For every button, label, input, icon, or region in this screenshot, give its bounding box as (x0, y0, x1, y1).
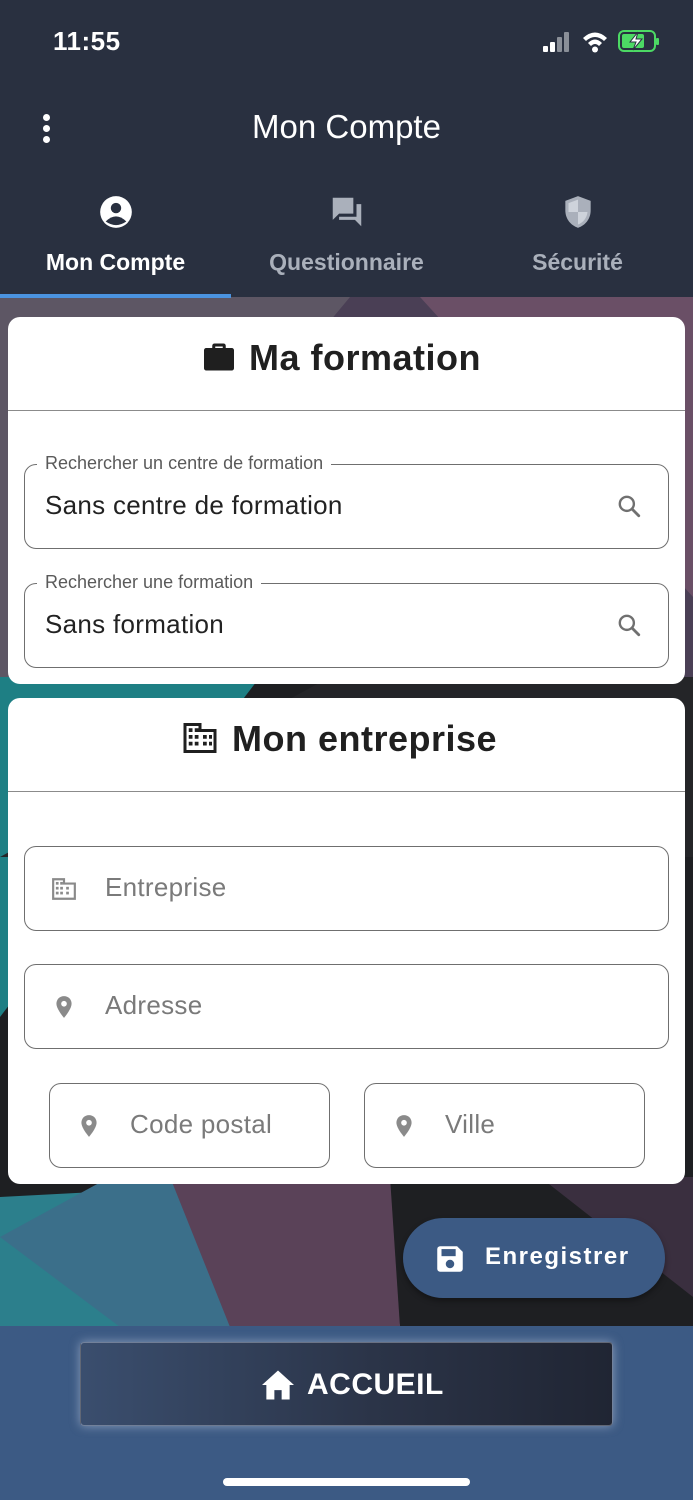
field-value: Sans formation (45, 609, 225, 639)
field-placeholder: Ville (445, 1109, 496, 1139)
field-label: Rechercher une formation (37, 572, 262, 593)
search-icon[interactable] (616, 493, 642, 519)
home-button[interactable]: ACCUEIL (80, 1342, 613, 1426)
field-value: Sans centre de formation (45, 490, 343, 520)
formation-card: Ma formation Rechercher un centre de for… (8, 317, 685, 684)
active-tab-indicator (0, 294, 231, 298)
card-header: Mon entreprise (8, 698, 685, 792)
wifi-icon (583, 32, 607, 53)
battery-icon (618, 30, 659, 52)
centre-formation-field[interactable]: Rechercher un centre de formation Sans c… (24, 453, 669, 549)
status-icons (543, 28, 663, 56)
signal-icon (543, 32, 569, 52)
code-postal-field[interactable]: Code postal (49, 1083, 330, 1168)
home-icon (262, 1370, 294, 1400)
entreprise-field[interactable]: Entreprise (24, 846, 669, 931)
tab-securite[interactable]: Sécurité (462, 185, 693, 297)
forum-icon (332, 197, 362, 227)
page-title: Mon Compte (252, 108, 441, 145)
tab-label: Mon Compte (45, 249, 186, 275)
home-button-label: ACCUEIL (307, 1368, 444, 1401)
tab-mon-compte[interactable]: Mon Compte (0, 185, 231, 297)
card-title: Mon entreprise (232, 718, 498, 759)
shield-icon (565, 196, 591, 228)
field-placeholder: Entreprise (105, 872, 227, 902)
search-icon[interactable] (616, 612, 642, 638)
briefcase-icon (204, 343, 234, 371)
field-label: Rechercher un centre de formation (37, 453, 332, 474)
business-icon (183, 723, 217, 753)
location-pin-icon (396, 1115, 412, 1137)
save-button[interactable]: Enregistrer (403, 1218, 665, 1298)
field-placeholder: Code postal (130, 1109, 273, 1139)
adresse-field[interactable]: Adresse (24, 964, 669, 1049)
business-icon (52, 878, 76, 900)
tab-bar: Mon Compte Questionnaire Sécurité (0, 185, 693, 297)
account-circle-icon (100, 196, 132, 228)
location-pin-icon (81, 1115, 97, 1137)
tab-label: Sécurité (532, 249, 623, 275)
field-placeholder: Adresse (105, 990, 203, 1020)
card-header: Ma formation (8, 317, 685, 411)
tab-questionnaire[interactable]: Questionnaire (231, 185, 462, 297)
tab-label: Questionnaire (269, 249, 424, 275)
location-pin-icon (56, 996, 72, 1018)
home-indicator (223, 1478, 470, 1486)
save-icon (437, 1246, 463, 1272)
save-button-label: Enregistrer (485, 1243, 630, 1270)
status-time: 11:55 (53, 26, 121, 56)
formation-field[interactable]: Rechercher une formation Sans formation (24, 572, 669, 668)
card-title: Ma formation (249, 337, 482, 378)
entreprise-card: Mon entreprise Entreprise Adresse Code p… (8, 698, 685, 1184)
bottom-bar: ACCUEIL (0, 1326, 693, 1500)
ville-field[interactable]: Ville (364, 1083, 645, 1168)
app-header: 11:55 Mon Compte Mon Compte Questionnair… (0, 0, 693, 297)
